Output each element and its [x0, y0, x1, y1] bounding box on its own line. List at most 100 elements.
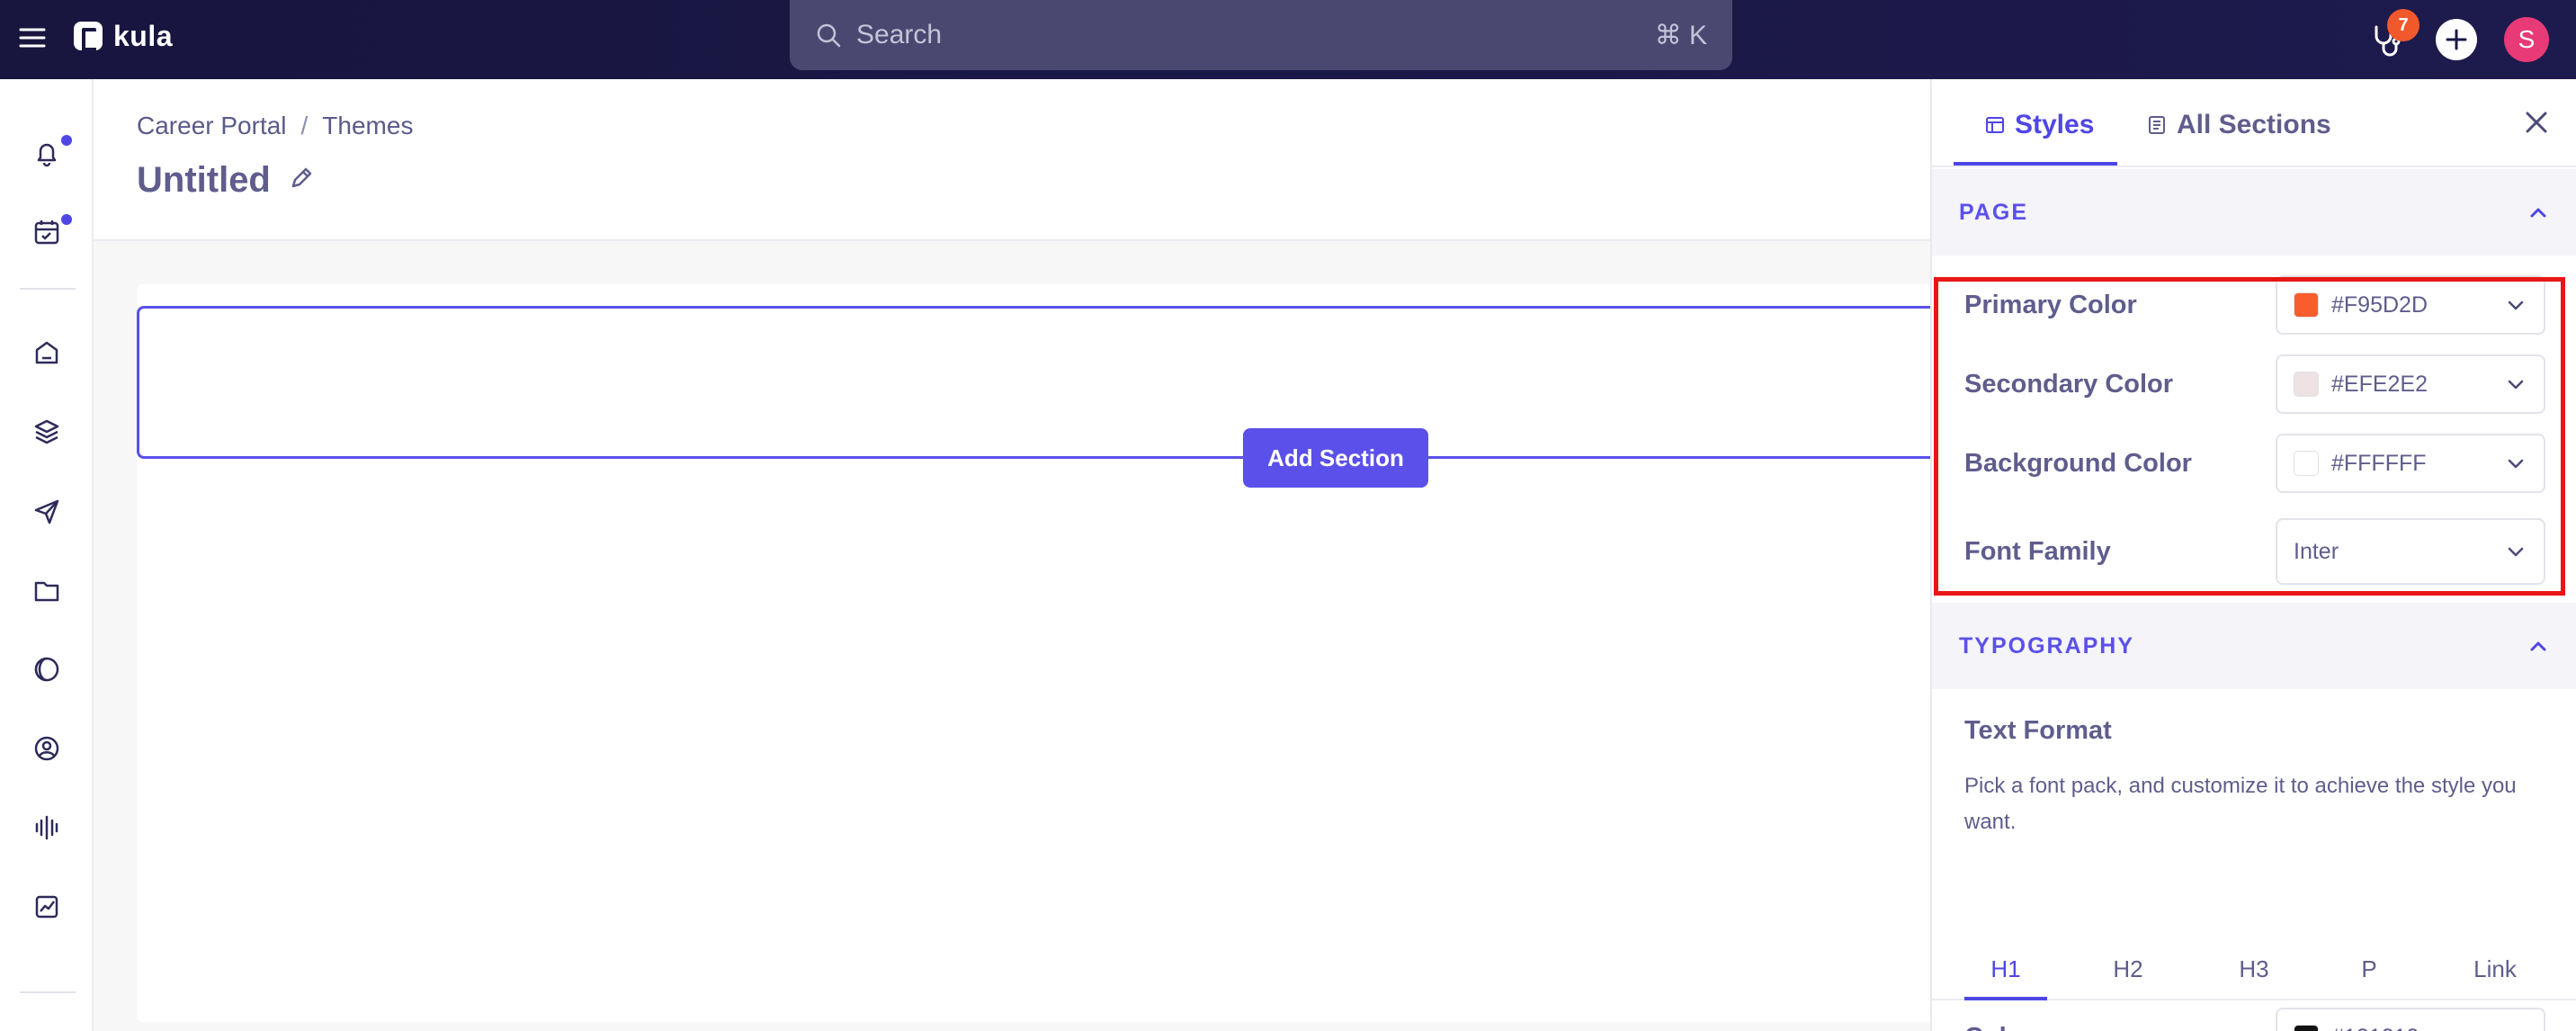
sections-icon [2149, 116, 2165, 134]
main-content: Career Portal / Themes Untitled Add Sect… [94, 79, 1936, 1031]
nav-send[interactable] [20, 484, 74, 538]
nav-notifications[interactable] [20, 126, 74, 180]
search-icon [815, 22, 842, 49]
background-color-value: #FFFFFF [2331, 450, 2427, 476]
styles-panel: Styles All Sections PAGE Primary Color #… [1930, 79, 2576, 1031]
chart-icon [35, 895, 58, 919]
close-panel-button[interactable] [2518, 104, 2554, 140]
chevron-down-icon [2508, 300, 2524, 310]
logo-text: kula [113, 19, 174, 52]
breadcrumb-separator: / [300, 112, 309, 139]
left-nav-rail [0, 79, 94, 1031]
nav-audio[interactable] [20, 801, 74, 855]
audio-wave-icon [35, 815, 58, 840]
secondary-color-swatch [2294, 372, 2319, 397]
search-bar[interactable]: Search ⌘ K [790, 0, 1732, 70]
page-title: Untitled [137, 160, 316, 201]
tab-link[interactable]: Link [2454, 955, 2536, 983]
page-section-header[interactable]: PAGE [1932, 169, 2576, 256]
tab-styles-label: Styles [2015, 110, 2095, 139]
layers-icon [34, 419, 59, 444]
background-color-swatch [2294, 451, 2319, 476]
text-color-label: Color [1964, 1023, 2033, 1031]
tab-all-sections[interactable]: All Sections [2146, 110, 2331, 140]
font-family-label: Font Family [1964, 536, 2111, 566]
chevron-up-icon [2530, 641, 2546, 651]
panel-tabs: Styles All Sections [1932, 79, 2576, 167]
nav-divider [20, 288, 76, 290]
background-color-select[interactable]: #FFFFFF [2276, 434, 2545, 493]
primary-color-value: #F95D2D [2331, 291, 2428, 318]
edit-title-button[interactable] [287, 164, 316, 197]
secondary-color-select[interactable]: #EFE2E2 [2276, 354, 2545, 414]
calendar-check-icon [34, 220, 59, 245]
breadcrumb-career-portal[interactable]: Career Portal [137, 112, 287, 140]
tab-all-sections-label: All Sections [2177, 110, 2331, 139]
primary-color-select[interactable]: #F95D2D [2276, 275, 2545, 335]
font-family-select[interactable]: Inter [2276, 518, 2545, 585]
font-family-row: Font Family Inter [1964, 516, 2545, 587]
notification-badge: 7 [2387, 9, 2419, 41]
tab-h3[interactable]: H3 [2213, 955, 2295, 983]
tab-styles[interactable]: Styles [1984, 110, 2094, 140]
typography-section-header[interactable]: TYPOGRAPHY [1932, 603, 2576, 689]
chevron-down-icon [2508, 459, 2524, 469]
font-family-value: Inter [2294, 538, 2339, 564]
user-avatar[interactable]: S [2504, 17, 2549, 62]
create-button[interactable] [2436, 19, 2477, 60]
nav-folder[interactable] [20, 563, 74, 617]
nav-profile[interactable] [20, 722, 74, 775]
pencil-icon [291, 167, 312, 188]
page-header: Career Portal / Themes Untitled [94, 79, 1932, 241]
plus-icon [2446, 29, 2467, 50]
primary-color-swatch [2294, 292, 2319, 318]
menu-icon[interactable] [16, 22, 49, 54]
chevron-down-icon [2504, 1026, 2527, 1031]
half-moon-icon [34, 657, 59, 682]
notifications-button[interactable]: 7 [2366, 9, 2419, 61]
folder-icon [34, 581, 59, 602]
primary-color-row: Primary Color #F95D2D [1964, 273, 2545, 336]
nav-home[interactable] [20, 326, 74, 380]
breadcrumb: Career Portal / Themes [137, 112, 413, 140]
nav-calendar[interactable] [20, 205, 74, 259]
chevron-down-icon [2508, 547, 2524, 557]
text-format-description: Pick a font pack, and customize it to ac… [1964, 774, 2517, 834]
primary-color-label: Primary Color [1964, 290, 2137, 319]
secondary-color-value: #EFE2E2 [2331, 371, 2428, 397]
text-color-value: #121212 [2331, 1025, 2491, 1031]
nav-analytics[interactable] [20, 880, 74, 934]
add-section-button[interactable]: Add Section [1243, 428, 1428, 488]
nav-layers[interactable] [20, 405, 74, 459]
search-input[interactable]: Search [856, 20, 1655, 50]
top-right-actions: 7 S [2366, 9, 2549, 67]
secondary-color-label: Secondary Color [1964, 369, 2174, 399]
secondary-color-row: Secondary Color #EFE2E2 [1964, 353, 2545, 416]
active-tab-indicator [1954, 162, 2117, 166]
bell-icon [37, 143, 57, 167]
breadcrumb-themes[interactable]: Themes [322, 112, 413, 140]
background-color-label: Background Color [1964, 448, 2192, 478]
empty-section-placeholder[interactable] [137, 306, 1936, 459]
text-color-row: Color #121212 [1964, 1006, 2545, 1031]
tab-h2[interactable]: H2 [2087, 955, 2169, 983]
chevron-up-icon [2530, 208, 2546, 218]
tab-h1[interactable]: H1 [1964, 955, 2047, 983]
text-color-select[interactable]: #121212 [2276, 1008, 2545, 1031]
active-typography-tab-indicator [1964, 997, 2047, 1000]
nav-divider [20, 991, 76, 993]
chevron-down-icon [2508, 380, 2524, 390]
layout-icon [1986, 117, 2004, 133]
top-bar: kula Search ⌘ K 7 S [0, 0, 2576, 79]
user-circle-icon [34, 736, 59, 761]
background-color-row: Background Color #FFFFFF [1964, 432, 2545, 495]
unread-dot [61, 214, 72, 225]
app-logo[interactable]: kula [74, 18, 173, 54]
home-icon [35, 341, 58, 364]
nav-theme[interactable] [20, 642, 74, 696]
close-icon [2526, 112, 2547, 133]
tab-p[interactable]: P [2328, 955, 2411, 983]
text-format-title: Text Format [1964, 716, 2112, 745]
send-icon [34, 499, 59, 524]
typography-section-title: TYPOGRAPHY [1959, 632, 2135, 659]
